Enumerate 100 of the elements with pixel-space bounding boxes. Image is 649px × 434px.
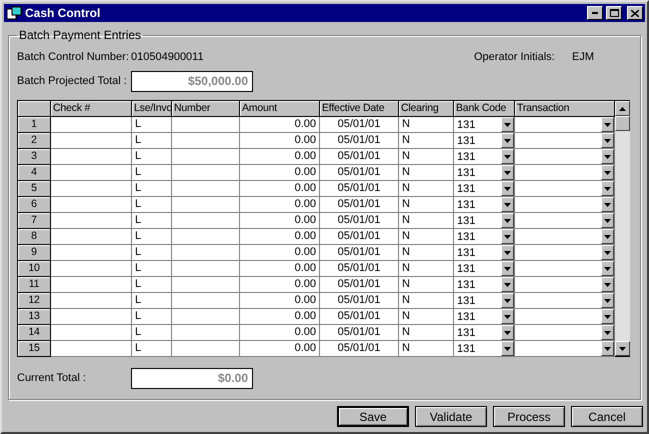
- table-cell[interactable]: 0.00: [240, 341, 320, 357]
- table-cell[interactable]: L: [132, 293, 172, 309]
- table-cell[interactable]: [172, 133, 240, 149]
- minimize-button[interactable]: [587, 6, 603, 20]
- row-header[interactable]: 6: [18, 197, 51, 213]
- table-cell[interactable]: 05/01/01: [320, 133, 399, 149]
- dialog-button[interactable]: Process: [493, 406, 565, 427]
- row-header[interactable]: 1: [18, 117, 51, 133]
- table-cell[interactable]: [51, 341, 132, 357]
- column-header[interactable]: Effective Date: [320, 101, 399, 117]
- vertical-scrollbar[interactable]: [615, 101, 630, 356]
- transaction-dropdown[interactable]: [515, 149, 615, 165]
- table-cell[interactable]: N: [399, 181, 454, 197]
- table-cell[interactable]: [172, 293, 240, 309]
- table-cell[interactable]: L: [132, 325, 172, 341]
- table-cell[interactable]: [172, 309, 240, 325]
- table-cell[interactable]: 05/01/01: [320, 325, 399, 341]
- table-cell[interactable]: [172, 165, 240, 181]
- table-cell[interactable]: 05/01/01: [320, 341, 399, 357]
- table-cell[interactable]: 0.00: [240, 229, 320, 245]
- table-cell[interactable]: N: [399, 229, 454, 245]
- row-header[interactable]: 11: [18, 277, 51, 293]
- table-cell[interactable]: N: [399, 149, 454, 165]
- table-cell[interactable]: [51, 261, 132, 277]
- bank-code-dropdown[interactable]: 131: [454, 181, 515, 197]
- table-cell[interactable]: 05/01/01: [320, 261, 399, 277]
- dialog-button[interactable]: Save: [337, 406, 409, 427]
- table-cell[interactable]: [172, 117, 240, 133]
- column-header[interactable]: Amount: [240, 101, 320, 117]
- table-cell[interactable]: 0.00: [240, 309, 320, 325]
- table-cell[interactable]: [51, 197, 132, 213]
- table-cell[interactable]: 05/01/01: [320, 229, 399, 245]
- table-cell[interactable]: [172, 325, 240, 341]
- table-cell[interactable]: N: [399, 245, 454, 261]
- row-header[interactable]: 8: [18, 229, 51, 245]
- table-cell[interactable]: [172, 213, 240, 229]
- dialog-button[interactable]: Validate: [415, 406, 487, 427]
- transaction-dropdown[interactable]: [515, 341, 615, 357]
- table-cell[interactable]: [172, 245, 240, 261]
- table-cell[interactable]: [51, 229, 132, 245]
- table-cell[interactable]: 0.00: [240, 261, 320, 277]
- row-header[interactable]: 3: [18, 149, 51, 165]
- table-cell[interactable]: 0.00: [240, 213, 320, 229]
- row-header[interactable]: 10: [18, 261, 51, 277]
- transaction-dropdown[interactable]: [515, 229, 615, 245]
- table-cell[interactable]: [51, 293, 132, 309]
- transaction-dropdown[interactable]: [515, 133, 615, 149]
- transaction-dropdown[interactable]: [515, 117, 615, 133]
- table-cell[interactable]: L: [132, 229, 172, 245]
- table-cell[interactable]: N: [399, 213, 454, 229]
- table-cell[interactable]: 05/01/01: [320, 277, 399, 293]
- table-cell[interactable]: L: [132, 165, 172, 181]
- bank-code-dropdown[interactable]: 131: [454, 245, 515, 261]
- table-cell[interactable]: 05/01/01: [320, 165, 399, 181]
- column-header[interactable]: Check #: [51, 101, 132, 117]
- bank-code-dropdown[interactable]: 131: [454, 165, 515, 181]
- table-cell[interactable]: [51, 213, 132, 229]
- table-cell[interactable]: N: [399, 197, 454, 213]
- table-cell[interactable]: L: [132, 245, 172, 261]
- table-cell[interactable]: [172, 181, 240, 197]
- table-cell[interactable]: [172, 277, 240, 293]
- table-cell[interactable]: 0.00: [240, 245, 320, 261]
- row-header[interactable]: 14: [18, 325, 51, 341]
- table-cell[interactable]: [172, 261, 240, 277]
- bank-code-dropdown[interactable]: 131: [454, 293, 515, 309]
- table-cell[interactable]: [51, 325, 132, 341]
- column-header[interactable]: Number: [172, 101, 240, 117]
- table-cell[interactable]: [51, 117, 132, 133]
- bank-code-dropdown[interactable]: 131: [454, 117, 515, 133]
- row-header[interactable]: 5: [18, 181, 51, 197]
- transaction-dropdown[interactable]: [515, 245, 615, 261]
- scroll-up-button[interactable]: [615, 101, 630, 116]
- table-cell[interactable]: 0.00: [240, 293, 320, 309]
- column-header[interactable]: Lse/Invo: [132, 101, 172, 117]
- row-header[interactable]: 15: [18, 341, 51, 357]
- table-cell[interactable]: 05/01/01: [320, 149, 399, 165]
- table-cell[interactable]: N: [399, 309, 454, 325]
- table-cell[interactable]: 05/01/01: [320, 293, 399, 309]
- bank-code-dropdown[interactable]: 131: [454, 213, 515, 229]
- table-cell[interactable]: L: [132, 181, 172, 197]
- column-header[interactable]: Clearing: [399, 101, 454, 117]
- table-cell[interactable]: 0.00: [240, 165, 320, 181]
- table-cell[interactable]: 0.00: [240, 117, 320, 133]
- transaction-dropdown[interactable]: [515, 165, 615, 181]
- transaction-dropdown[interactable]: [515, 181, 615, 197]
- table-cell[interactable]: 05/01/01: [320, 245, 399, 261]
- table-cell[interactable]: 0.00: [240, 181, 320, 197]
- transaction-dropdown[interactable]: [515, 293, 615, 309]
- table-cell[interactable]: L: [132, 277, 172, 293]
- dialog-button[interactable]: Cancel: [571, 406, 643, 427]
- table-cell[interactable]: [172, 197, 240, 213]
- close-button[interactable]: [627, 6, 643, 20]
- bank-code-dropdown[interactable]: 131: [454, 325, 515, 341]
- transaction-dropdown[interactable]: [515, 325, 615, 341]
- table-cell[interactable]: [51, 277, 132, 293]
- bank-code-dropdown[interactable]: 131: [454, 341, 515, 357]
- scroll-down-button[interactable]: [615, 341, 630, 356]
- column-header[interactable]: Bank Code: [454, 101, 515, 117]
- table-cell[interactable]: 05/01/01: [320, 309, 399, 325]
- row-header[interactable]: 9: [18, 245, 51, 261]
